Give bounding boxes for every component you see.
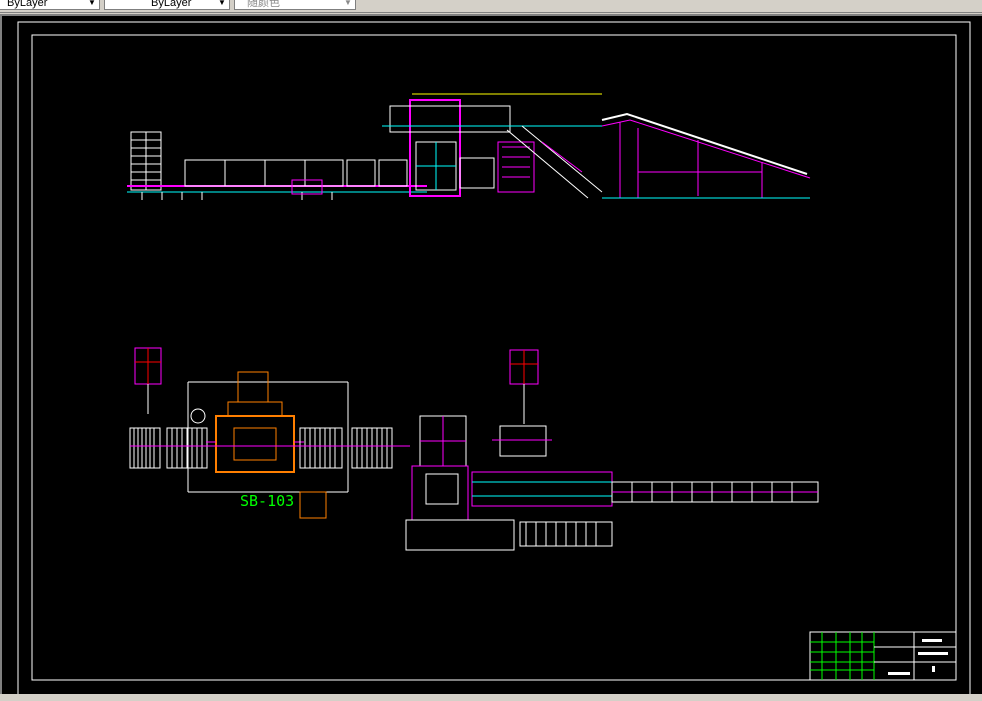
side-elevation-view	[127, 93, 811, 200]
linetype-value: ByLayer	[7, 0, 48, 9]
chevron-down-icon[interactable]: ▼	[343, 0, 353, 9]
plotstyle-value: 随颜色	[247, 0, 280, 9]
lineweight-dropdown[interactable]: ByLayer ▼	[104, 0, 230, 10]
linetype-dropdown[interactable]: ByLayer ▼	[0, 0, 100, 10]
plan-view: SB-103	[129, 347, 819, 551]
chevron-down-icon[interactable]: ▼	[217, 0, 227, 9]
drawing-canvas[interactable]: SB-103	[0, 14, 982, 701]
chevron-down-icon[interactable]: ▼	[87, 0, 97, 9]
properties-toolbar: ByLayer ▼ ByLayer ▼ 随颜色 ▼	[0, 0, 982, 13]
plotstyle-dropdown[interactable]: 随颜色 ▼	[234, 0, 356, 10]
equipment-label: SB-103	[240, 492, 294, 510]
horizontal-scrollbar[interactable]	[0, 694, 982, 701]
cad-drawing: SB-103	[17, 21, 971, 696]
title-block	[809, 631, 957, 681]
lineweight-value: ByLayer	[151, 0, 192, 9]
